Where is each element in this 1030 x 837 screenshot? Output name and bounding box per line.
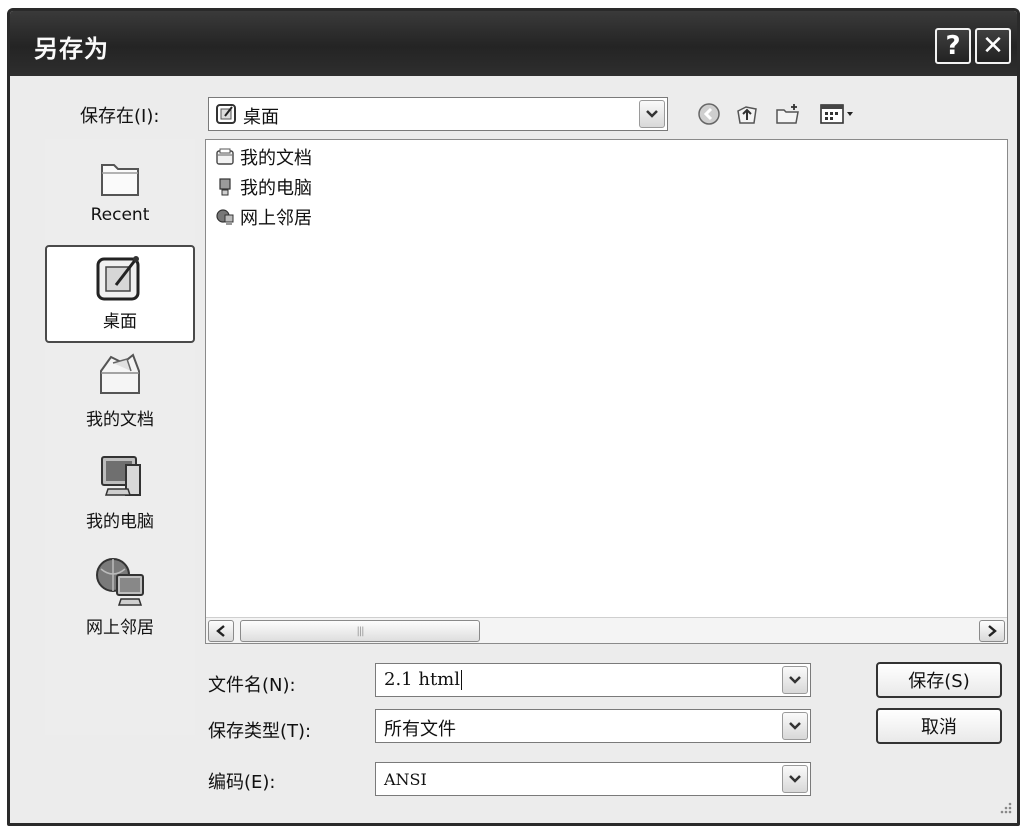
- encoding-value: ANSI: [384, 770, 427, 789]
- my-documents-icon: [45, 349, 195, 403]
- save-in-select[interactable]: 桌面: [208, 97, 668, 131]
- scroll-right-button[interactable]: [979, 620, 1005, 642]
- place-label: 我的电脑: [86, 512, 154, 532]
- horizontal-scrollbar[interactable]: |||: [206, 617, 1007, 643]
- help-icon: ?: [945, 31, 961, 61]
- title-bar[interactable]: 另存为 ? ✕: [10, 11, 1017, 76]
- save-in-label: 保存在(I):: [80, 106, 160, 127]
- chevron-down-icon[interactable]: [782, 666, 808, 694]
- cancel-button[interactable]: 取消: [876, 708, 1002, 744]
- help-button[interactable]: ?: [935, 28, 971, 64]
- encoding-select[interactable]: ANSI: [375, 762, 811, 796]
- list-item[interactable]: 我的文档: [214, 142, 312, 172]
- scroll-left-button[interactable]: [208, 620, 234, 642]
- desktop-icon: [215, 103, 237, 129]
- chevron-left-icon: [216, 625, 225, 637]
- place-label: 我的文档: [86, 410, 154, 430]
- place-label: 桌面: [103, 312, 137, 332]
- close-button[interactable]: ✕: [975, 28, 1011, 64]
- place-my-computer[interactable]: 我的电脑: [45, 449, 195, 549]
- scroll-thumb[interactable]: |||: [240, 620, 480, 642]
- up-folder-icon[interactable]: [732, 97, 762, 131]
- filename-label: 文件名(N):: [208, 675, 296, 696]
- recent-folder-icon: [45, 151, 195, 203]
- list-item[interactable]: 我的电脑: [214, 172, 312, 202]
- place-desktop[interactable]: 桌面: [45, 245, 195, 343]
- chevron-right-icon: [988, 625, 997, 637]
- resize-grip-icon[interactable]: [997, 799, 1013, 819]
- desktop-icon: [47, 251, 193, 305]
- chevron-down-icon[interactable]: [782, 712, 808, 740]
- filename-value: 2.1 html: [384, 669, 460, 690]
- filename-input[interactable]: 2.1 html: [375, 663, 811, 697]
- save-in-value: 桌面: [243, 107, 279, 128]
- chevron-down-icon[interactable]: [782, 765, 808, 793]
- back-icon[interactable]: [694, 97, 724, 131]
- list-item-label: 网上邻居: [240, 208, 312, 229]
- save-as-dialog: 另存为 ? ✕ 保存在(I): 桌面 Recent 桌面 我的文档 我的电脑 网…: [7, 8, 1020, 826]
- network-places-icon: [214, 206, 236, 228]
- dialog-title: 另存为: [34, 35, 109, 63]
- filetype-label: 保存类型(T):: [208, 721, 312, 742]
- filetype-value: 所有文件: [384, 719, 456, 740]
- place-label: Recent: [90, 205, 150, 225]
- list-item-label: 我的电脑: [240, 178, 312, 199]
- place-my-documents[interactable]: 我的文档: [45, 349, 195, 443]
- file-list[interactable]: 我的文档 我的电脑 网上邻居 |||: [205, 139, 1008, 644]
- save-button[interactable]: 保存(S): [876, 662, 1002, 698]
- my-computer-icon: [214, 176, 236, 198]
- list-item-label: 我的文档: [240, 148, 312, 169]
- place-network[interactable]: 网上邻居: [45, 553, 195, 653]
- place-recent[interactable]: Recent: [45, 151, 195, 243]
- my-computer-icon: [45, 449, 195, 505]
- view-menu-icon[interactable]: [818, 97, 858, 131]
- network-places-icon: [45, 553, 195, 611]
- my-documents-icon: [214, 146, 236, 168]
- list-item[interactable]: 网上邻居: [214, 202, 312, 232]
- encoding-label: 编码(E):: [208, 772, 276, 793]
- places-bar: Recent 桌面 我的文档 我的电脑 网上邻居: [45, 139, 195, 735]
- filetype-select[interactable]: 所有文件: [375, 709, 811, 743]
- chevron-down-icon[interactable]: [639, 100, 665, 128]
- close-icon: ✕: [982, 31, 1004, 61]
- place-label: 网上邻居: [86, 618, 154, 638]
- new-folder-icon[interactable]: [772, 97, 804, 131]
